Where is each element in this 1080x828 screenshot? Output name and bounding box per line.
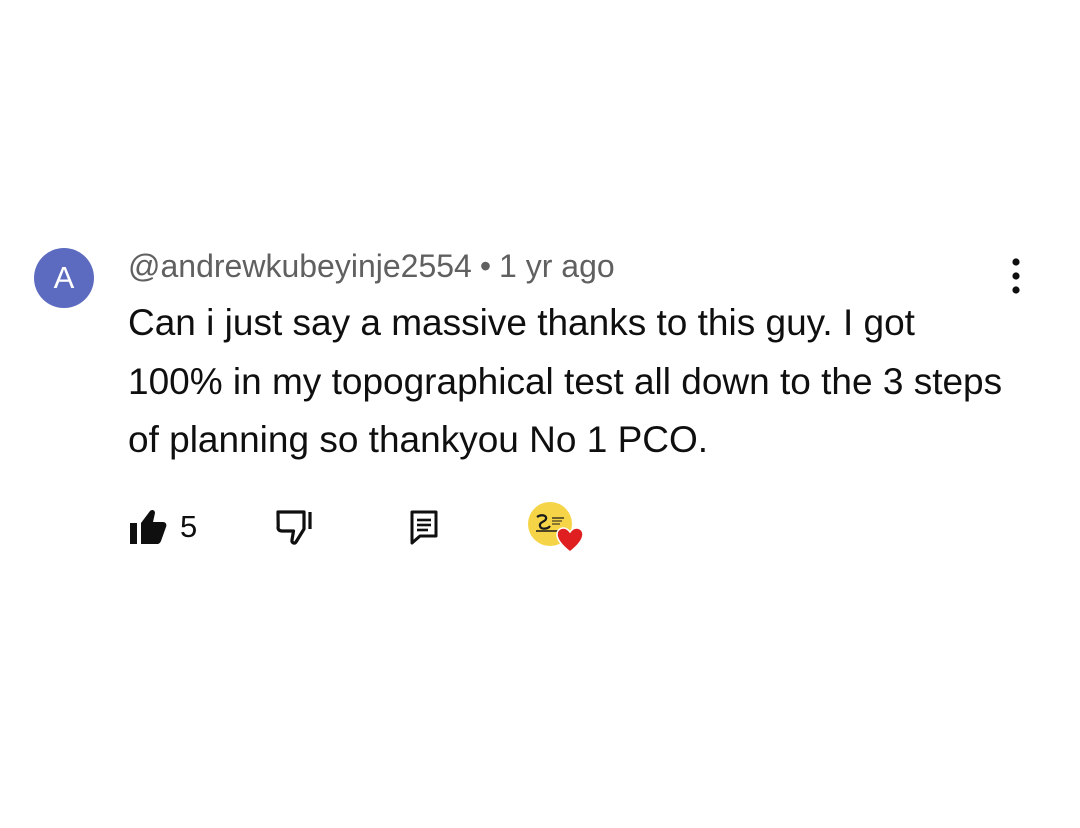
comment-action-bar: 5 [128,502,608,554]
more-options-button[interactable] [996,254,1036,298]
like-count: 5 [180,509,198,544]
header-separator: • [479,248,492,284]
author-handle[interactable]: @andrewkubeyinje2554 [128,248,472,284]
comment-text: Can i just say a massive thanks to this … [128,302,1003,460]
avatar-letter: A [53,260,75,295]
reply-comment-icon [410,510,438,545]
thumb-up-filled-icon [130,509,167,544]
heart-icon [556,527,584,553]
reply-button[interactable] [408,502,440,552]
author-avatar[interactable]: A [34,248,94,308]
comment: A @andrewkubeyinje2554 • 1 yr ago Can i ju… [0,0,1080,828]
thumb-down-icon [276,510,312,545]
more-vertical-icon [1012,258,1020,294]
like-button[interactable]: 5 [128,502,197,552]
comment-header: @andrewkubeyinje2554 • 1 yr ago [128,245,615,287]
comment-timestamp[interactable]: 1 yr ago [499,248,615,284]
dislike-button[interactable] [274,502,316,552]
creator-heart-badge [528,502,584,554]
